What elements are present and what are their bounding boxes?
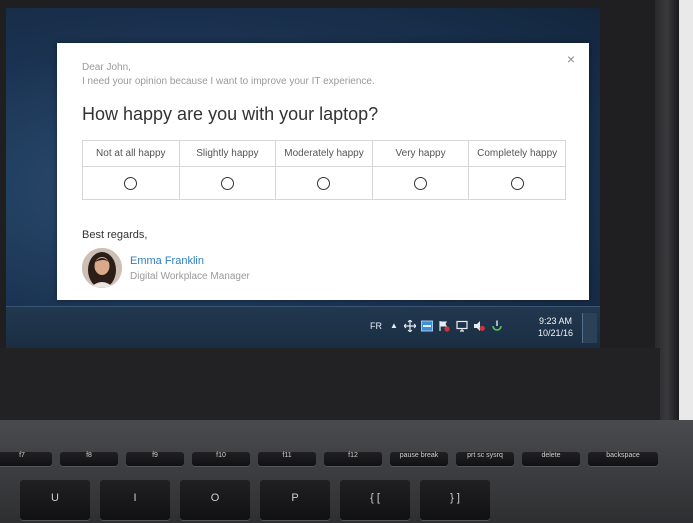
key: { [ (340, 480, 410, 520)
tray-overflow-icon[interactable]: ▲ (390, 321, 398, 330)
radio-completely-happy[interactable] (510, 176, 524, 190)
network-icon[interactable] (421, 320, 433, 332)
show-desktop-button[interactable] (582, 313, 597, 343)
key: f12 (324, 452, 382, 466)
key: f9 (126, 452, 184, 466)
key: f7 (0, 452, 52, 466)
sender-name-link[interactable]: Emma Franklin (130, 255, 204, 267)
key: P (260, 480, 330, 520)
option-very-happy: Very happy (371, 141, 469, 199)
volume-mute-icon[interactable] (473, 320, 485, 332)
screen: × Dear John, I need your opinion because… (6, 8, 600, 348)
system-tray: FR ▲ 9:23 AM 10/21/16 (6, 307, 600, 348)
key: f11 (258, 452, 316, 466)
option-completely-happy: Completely happy (468, 141, 565, 199)
key: f10 (192, 452, 250, 466)
option-label: Not at all happy (83, 141, 179, 167)
close-icon[interactable]: × (563, 51, 579, 67)
key: } ] (420, 480, 490, 520)
avatar (82, 248, 122, 288)
radio-moderately-happy[interactable] (317, 176, 331, 190)
option-label: Very happy (372, 141, 469, 167)
radio-very-happy[interactable] (414, 176, 428, 190)
survey-dialog: × Dear John, I need your opinion because… (57, 43, 589, 300)
option-slightly-happy: Slightly happy (178, 141, 276, 199)
flag-alert-icon[interactable] (438, 320, 450, 332)
clock[interactable]: 9:23 AM 10/21/16 (538, 315, 573, 339)
key: prt sc sysrq (456, 452, 514, 466)
key: U (20, 480, 90, 520)
radio-slightly-happy[interactable] (220, 176, 234, 190)
move-icon[interactable] (404, 320, 416, 332)
key: f8 (60, 452, 118, 466)
keyboard-deck: f7 f8 f9 f10 f11 f12 pause break prt sc … (0, 420, 693, 523)
power-icon[interactable] (491, 320, 503, 332)
key: pause break (390, 452, 448, 466)
survey-question: How happy are you with your laptop? (82, 104, 379, 124)
rating-scale: Not at all happy Slightly happy Moderate… (82, 140, 566, 200)
greeting-line-1: Dear John, (82, 62, 131, 73)
sender-title: Digital Workplace Manager (130, 271, 250, 282)
language-indicator[interactable]: FR (370, 321, 382, 331)
option-label: Completely happy (469, 141, 565, 167)
laptop-photo: × Dear John, I need your opinion because… (0, 0, 693, 523)
key: O (180, 480, 250, 520)
key: I (100, 480, 170, 520)
key: backspace (588, 452, 658, 466)
option-label: Moderately happy (276, 141, 372, 167)
sign-off: Best regards, (82, 229, 148, 241)
greeting: Dear John, I need your opinion because I… (82, 61, 375, 89)
option-not-at-all-happy: Not at all happy (83, 141, 179, 199)
monitor-icon[interactable] (456, 320, 468, 332)
greeting-line-2: I need your opinion because I want to im… (82, 76, 375, 87)
taskbar: FR ▲ 9:23 AM 10/21/16 (6, 306, 600, 348)
key: delete (522, 452, 580, 466)
option-moderately-happy: Moderately happy (275, 141, 372, 199)
radio-not-at-all-happy[interactable] (124, 176, 138, 190)
option-label: Slightly happy (179, 141, 276, 167)
clock-time: 9:23 AM (539, 316, 573, 326)
clock-date: 10/21/16 (538, 328, 574, 338)
